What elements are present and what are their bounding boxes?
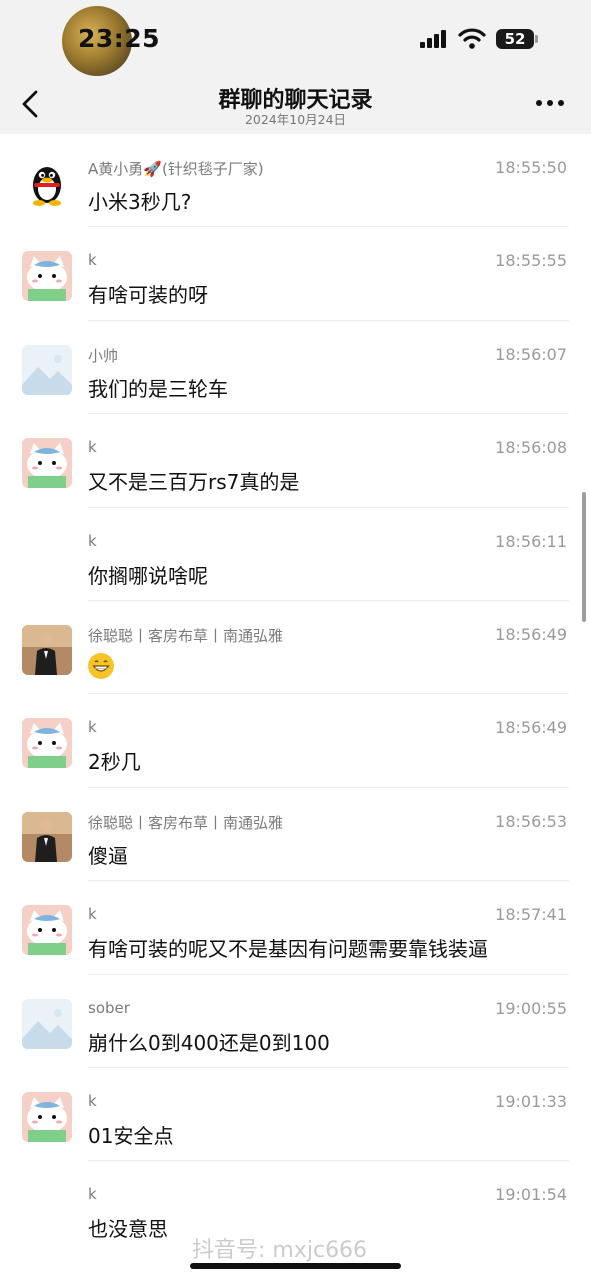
cat-avatar[interactable] [22,438,72,489]
cellular-signal-icon [420,30,446,48]
message-item[interactable]: k 18:57:41 有啥可装的呢又不是基因有问题需要靠钱装逼 [0,881,591,975]
message-item[interactable]: 徐聪聪丨客房布草丨南通弘雅 18:56:49 [0,601,591,695]
message-text: 2秒几 [88,750,141,775]
message-time: 19:00:55 [495,998,567,1018]
sender-name: k [88,1185,97,1204]
battery-icon: 52 [496,29,534,49]
watermark: 抖音号: mxjc666 [192,1238,368,1263]
message-time: 18:55:50 [495,158,567,177]
status-bar: 23:25 52 [0,0,591,76]
message-time: 18:56:08 [495,438,567,458]
home-indicator[interactable] [190,1263,401,1269]
sender-name: k [88,438,97,457]
message-item[interactable]: A黄小勇🚀(针织毯子厂家) 18:55:50 小米3秒几? [0,134,591,228]
grinning-face-emoji-icon [88,652,114,679]
cat-avatar[interactable] [22,905,72,956]
more-options-button[interactable] [536,100,568,110]
message-text: 有啥可装的呢又不是基因有问题需要靠钱装逼 [88,937,488,962]
message-text: 崩什么0到400还是0到100 [88,1030,330,1055]
placeholder-avatar[interactable] [22,344,72,395]
message-text: 又不是三百万rs7真的是 [88,470,300,495]
message-text: 有啥可装的呀 [88,283,208,308]
placeholder-avatar[interactable] [22,998,72,1049]
message-time: 18:56:53 [495,811,567,831]
photo-avatar[interactable] [22,811,72,862]
message-time: 18:57:41 [495,905,567,925]
message-item[interactable]: k 18:56:49 2秒几 [0,694,591,788]
battery-cap [535,35,538,43]
battery-level: 52 [504,30,526,48]
photo-avatar[interactable] [22,624,72,675]
message-time: 19:01:33 [495,1091,567,1111]
message-time: 18:55:55 [495,251,567,271]
sender-name: k [88,905,97,924]
message-item[interactable]: 徐聪聪丨客房布草丨南通弘雅 18:56:53 傻逼 [0,788,591,882]
message-text: 01安全点 [88,1123,174,1148]
status-time: 23:25 [78,24,161,53]
sender-name: 小帅 [88,346,119,365]
sender-name: sober [88,998,130,1017]
message-item[interactable]: sober 19:00:55 崩什么0到400还是0到100 [0,975,591,1068]
sender-name: 徐聪聪丨客房布草丨南通弘雅 [88,813,284,832]
message-text: 傻逼 [88,843,128,868]
sender-name: A黄小勇🚀(针织毯子厂家) [88,160,264,178]
message-text: 也没意思 [88,1217,168,1242]
message-text: 小米3秒几? [88,190,192,214]
penguin-avatar[interactable] [22,158,72,208]
message-time: 18:56:07 [495,344,567,364]
wifi-icon [458,28,486,49]
message-text: 我们的是三轮车 [88,376,228,401]
message-time: 18:56:11 [495,531,567,551]
message-time: 19:01:54 [495,1185,567,1205]
message-time: 18:56:49 [495,624,567,644]
nav-bar: 群聊的聊天记录 2024年10月24日 [0,76,591,134]
message-item[interactable]: k 18:56:08 又不是三百万rs7真的是 [0,414,591,508]
message-item[interactable]: 小帅 18:56:07 我们的是三轮车 [0,321,591,415]
sender-name: k [88,1091,97,1110]
sender-name: k [88,251,97,270]
message-item[interactable]: k 18:56:11 你搁哪说啥呢 [0,508,591,601]
cat-avatar[interactable] [22,1091,72,1142]
message-item[interactable]: k 18:55:55 有啥可装的呀 [0,227,591,321]
scrollbar[interactable] [582,492,586,622]
cat-avatar[interactable] [22,718,72,769]
page-date: 2024年10月24日 [244,112,347,127]
message-text: 你搁哪说啥呢 [88,563,208,588]
chat-history-list[interactable]: A黄小勇🚀(针织毯子厂家) 18:55:50 小米3秒几? k 18:55:55… [0,134,591,1255]
cat-avatar[interactable] [22,251,72,302]
sender-name: k [88,718,97,737]
message-time: 18:56:49 [495,718,567,738]
sender-name: k [88,531,97,550]
message-item[interactable]: k 19:01:33 01安全点 [0,1068,591,1162]
sender-name: 徐聪聪丨客房布草丨南通弘雅 [88,626,284,645]
